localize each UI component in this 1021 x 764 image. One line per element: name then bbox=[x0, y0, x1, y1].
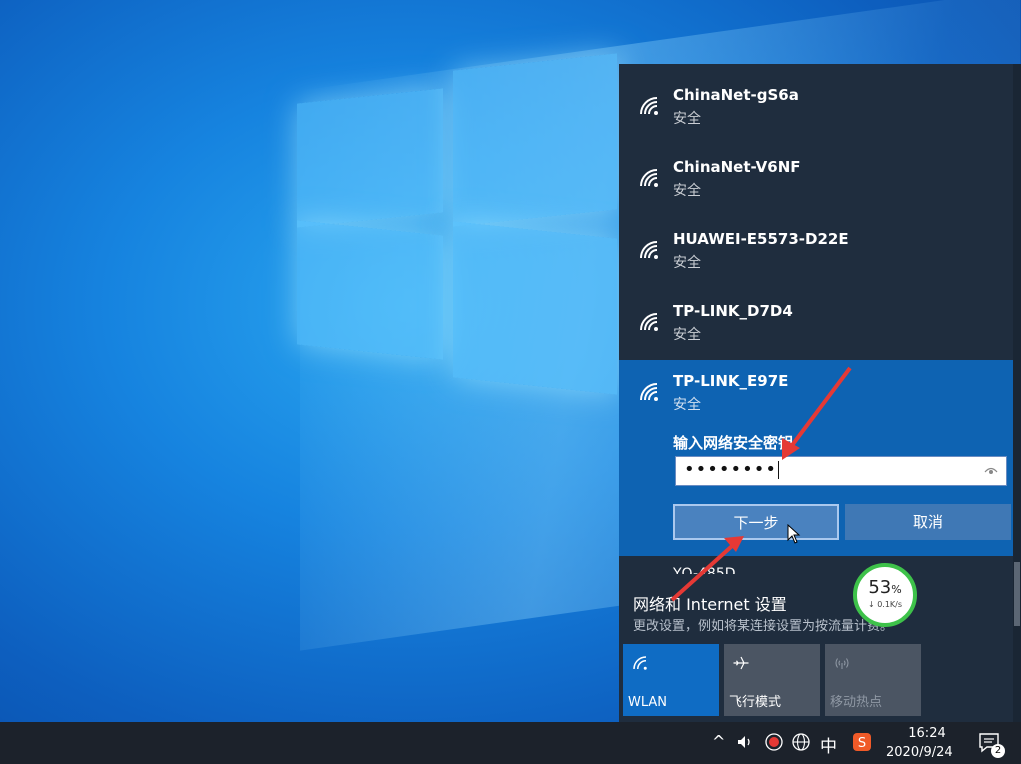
wifi-icon bbox=[633, 656, 647, 670]
notification-count-badge: 2 bbox=[991, 744, 1005, 758]
windows-logo-pane bbox=[297, 88, 443, 228]
network-item[interactable]: TP-LINK_D7D4 安全 bbox=[619, 280, 1021, 352]
network-security: 安全 bbox=[673, 183, 701, 199]
password-label: 输入网络安全密钥 bbox=[673, 434, 794, 452]
network-item-selected[interactable]: TP-LINK_E97E 安全 输入网络安全密钥 •••••••• 下一步 取消 bbox=[619, 360, 1021, 556]
scrollbar-thumb[interactable] bbox=[1014, 562, 1020, 626]
sogou-ime-icon[interactable]: S bbox=[852, 732, 872, 752]
speed-rate: ↓ 0.1K/s bbox=[867, 600, 903, 609]
record-icon[interactable] bbox=[765, 733, 783, 751]
reveal-password-icon[interactable] bbox=[984, 464, 998, 478]
scrollbar[interactable] bbox=[1013, 64, 1021, 722]
wifi-icon bbox=[640, 383, 658, 401]
network-settings-subtitle: 更改设置，例如将某连接设置为按流量计费。 bbox=[633, 619, 894, 634]
tile-airplane-mode[interactable]: 飞行模式 bbox=[724, 644, 820, 716]
cancel-button[interactable]: 取消 bbox=[845, 504, 1011, 540]
network-flyout: ChinaNet-gS6a 安全 ChinaNet-V6NF 安全 HUAWEI… bbox=[619, 64, 1021, 722]
tile-mobile-hotspot[interactable]: 移动热点 bbox=[825, 644, 921, 716]
network-security: 安全 bbox=[673, 111, 701, 127]
network-ssid: ChinaNet-gS6a bbox=[673, 86, 799, 104]
network-ssid: HUAWEI-E5573-D22E bbox=[673, 230, 849, 248]
wifi-icon bbox=[640, 169, 658, 187]
network-security: 安全 bbox=[673, 327, 701, 343]
windows-logo-pane bbox=[453, 53, 617, 227]
airplane-icon bbox=[733, 656, 749, 670]
tile-label: 飞行模式 bbox=[729, 695, 782, 710]
action-center-icon[interactable]: 2 bbox=[977, 730, 1005, 758]
wifi-icon bbox=[640, 241, 658, 259]
wifi-icon bbox=[640, 313, 658, 331]
network-ssid-partial: YQ-485D bbox=[673, 566, 736, 574]
speed-percent: 53 bbox=[868, 577, 892, 598]
taskbar-date[interactable]: 2020/9/24 bbox=[886, 745, 953, 760]
speed-percent-sign: % bbox=[891, 583, 902, 596]
next-button[interactable]: 下一步 bbox=[673, 504, 839, 540]
network-ssid: TP-LINK_D7D4 bbox=[673, 302, 793, 320]
wifi-icon bbox=[640, 97, 658, 115]
taskbar-time[interactable]: 16:24 bbox=[902, 726, 952, 741]
password-input[interactable]: •••••••• bbox=[675, 456, 1007, 486]
hotspot-icon bbox=[835, 658, 849, 669]
network-ssid: TP-LINK_E97E bbox=[673, 372, 789, 390]
network-settings-link[interactable]: 网络和 Internet 设置 bbox=[633, 591, 787, 615]
windows-logo-pane bbox=[453, 221, 617, 395]
network-item[interactable]: ChinaNet-V6NF 安全 bbox=[619, 136, 1021, 208]
tile-wlan[interactable]: WLAN bbox=[623, 644, 719, 716]
tile-label: WLAN bbox=[628, 695, 668, 710]
svg-text:S: S bbox=[858, 736, 866, 751]
network-security: 安全 bbox=[673, 255, 701, 271]
network-security: 安全 bbox=[673, 397, 701, 413]
windows-logo-pane bbox=[297, 220, 443, 360]
input-method-indicator[interactable]: 中 bbox=[820, 732, 837, 757]
network-item[interactable]: ChinaNet-gS6a 安全 bbox=[619, 64, 1021, 136]
show-hidden-icons-chevron-icon[interactable]: ^ bbox=[712, 732, 725, 751]
network-globe-icon[interactable] bbox=[792, 733, 810, 751]
network-item[interactable]: HUAWEI-E5573-D22E 安全 bbox=[619, 208, 1021, 280]
mouse-cursor-icon bbox=[787, 524, 801, 544]
password-value: •••••••• bbox=[684, 459, 777, 480]
network-speed-widget[interactable]: 53% ↓ 0.1K/s bbox=[853, 563, 917, 627]
network-ssid: ChinaNet-V6NF bbox=[673, 158, 801, 176]
tile-label: 移动热点 bbox=[830, 695, 883, 710]
taskbar: ^ 中 S 16:24 2020/9/24 2 bbox=[0, 722, 1021, 764]
volume-icon[interactable] bbox=[736, 733, 754, 751]
